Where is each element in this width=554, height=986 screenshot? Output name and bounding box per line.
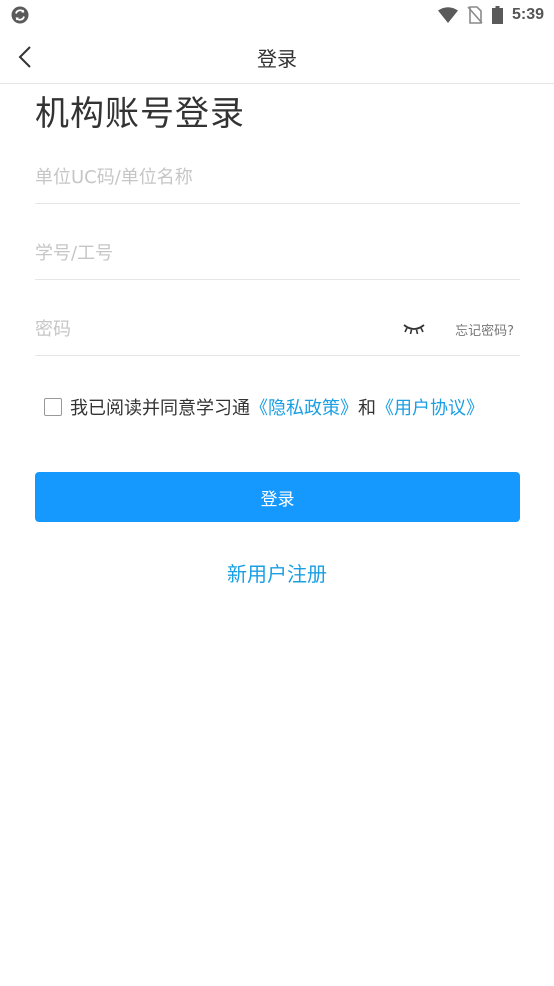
- nav-bar: 登录: [0, 30, 554, 84]
- user-agreement-link[interactable]: 《用户协议》: [376, 394, 484, 420]
- org-code-input[interactable]: [35, 160, 395, 194]
- page-title: 机构账号登录: [35, 94, 245, 134]
- org-field-row: [35, 152, 520, 204]
- password-input[interactable]: [35, 312, 395, 346]
- status-time: 5:39: [511, 6, 544, 23]
- agreement-checkbox[interactable]: [44, 398, 62, 416]
- nav-title: 登录: [257, 47, 297, 71]
- login-button[interactable]: 登录: [35, 472, 520, 522]
- app-sync-icon: [11, 6, 29, 24]
- register-link[interactable]: 新用户注册: [0, 558, 554, 587]
- agreement-text: 我已阅读并同意学习通: [70, 398, 250, 419]
- privacy-policy-link[interactable]: 《隐私政策》: [250, 394, 358, 420]
- student-id-input[interactable]: [35, 236, 395, 270]
- eye-closed-icon[interactable]: [403, 322, 425, 336]
- wifi-icon: [437, 7, 458, 23]
- status-bar: 5:39: [0, 0, 554, 30]
- forgot-password-link[interactable]: 忘记密码?: [455, 320, 514, 339]
- no-sim-icon: [467, 6, 483, 24]
- status-icons: 5:39: [437, 4, 544, 26]
- agreement-row: 我已阅读并同意学习通 《隐私政策》 和 《用户协议》: [44, 395, 484, 419]
- id-field-row: [35, 228, 520, 280]
- password-field-row: 忘记密码?: [35, 304, 520, 356]
- battery-icon: [491, 6, 503, 24]
- agreement-conjunction: 和: [358, 398, 376, 419]
